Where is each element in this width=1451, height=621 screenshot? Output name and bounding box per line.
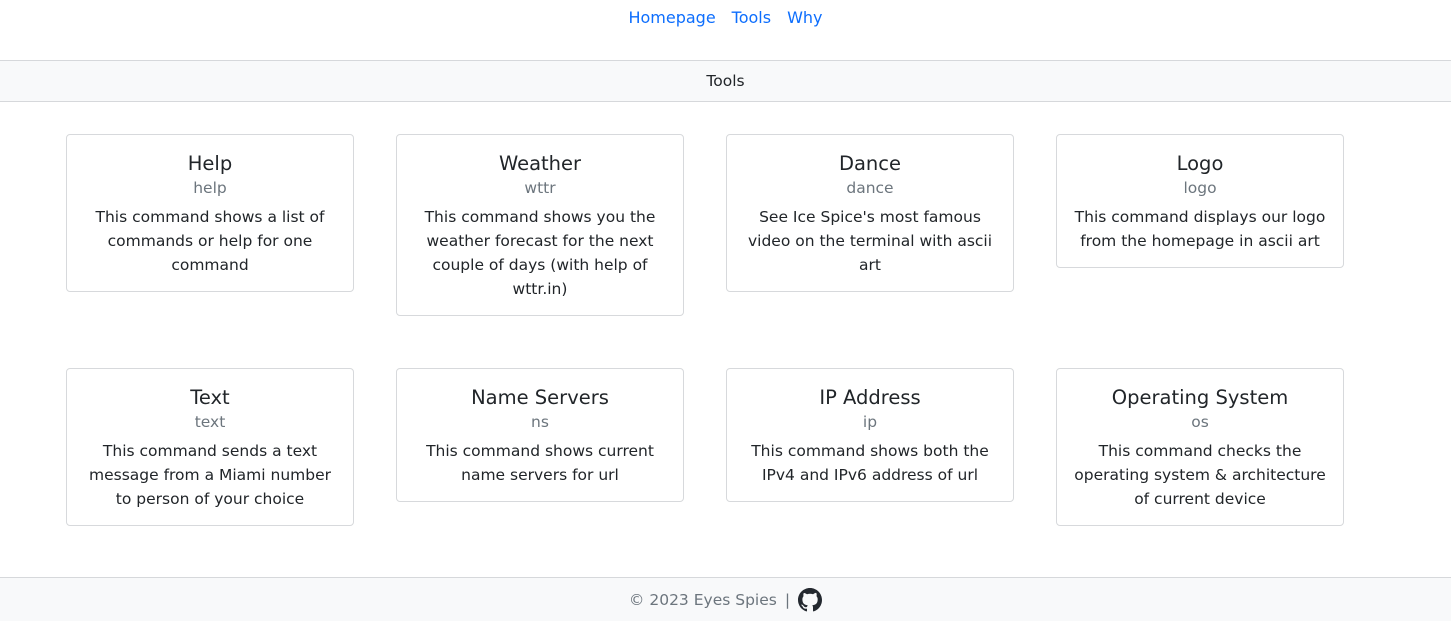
tool-description: This command sends a text message from a… (88, 442, 331, 508)
footer-separator: | (784, 590, 791, 609)
section-title: Tools (706, 72, 745, 90)
tool-title: Dance (838, 152, 902, 175)
top-nav: Homepage Tools Why (0, 0, 1451, 60)
footer: © 2023 Eyes Spies | (0, 577, 1451, 621)
tool-command: wttr (524, 179, 556, 197)
tool-description: This command checks the operating system… (1074, 442, 1326, 508)
tool-command: dance (846, 179, 894, 197)
tool-description: This command shows you the weather forec… (424, 208, 656, 298)
tool-title: Name Servers (471, 386, 609, 409)
tool-card-dance[interactable]: Dance dance See Ice Spice's most famous … (726, 134, 1014, 292)
tool-card-help[interactable]: Help help This command shows a list of c… (66, 134, 354, 292)
tool-card-operating-system[interactable]: Operating System os This command checks … (1056, 368, 1344, 526)
tool-command: ip (862, 413, 878, 431)
section-header: Tools (0, 60, 1451, 102)
tool-title: IP Address (819, 386, 921, 409)
tool-command: help (193, 179, 227, 197)
tool-description: This command displays our logo from the … (1074, 208, 1326, 250)
tool-title: Text (190, 386, 230, 409)
tool-description: This command shows both the IPv4 and IPv… (751, 442, 989, 484)
nav-link-tools[interactable]: Tools (724, 8, 779, 28)
nav-link-homepage[interactable]: Homepage (620, 8, 723, 28)
tool-description: See Ice Spice's most famous video on the… (747, 208, 993, 274)
tool-title: Help (187, 152, 233, 175)
tool-card-name-servers[interactable]: Name Servers ns This command shows curre… (396, 368, 684, 502)
tool-card-ip-address[interactable]: IP Address ip This command shows both th… (726, 368, 1014, 502)
copyright-text: © 2023 Eyes Spies (628, 590, 777, 609)
tool-title: Weather (498, 152, 582, 175)
github-icon[interactable] (798, 587, 823, 612)
tool-command: ns (531, 413, 549, 431)
tool-description: This command shows a list of commands or… (95, 208, 325, 274)
nav-link-why[interactable]: Why (779, 8, 830, 28)
tool-description: This command shows current name servers … (426, 442, 654, 484)
tool-card-logo[interactable]: Logo logo This command displays our logo… (1056, 134, 1344, 268)
tool-command: os (1191, 413, 1209, 431)
tool-command: text (194, 413, 226, 431)
tool-card-text[interactable]: Text text This command sends a text mess… (66, 368, 354, 526)
tool-command: logo (1183, 179, 1217, 197)
tool-title: Logo (1176, 152, 1224, 175)
tool-title: Operating System (1111, 386, 1289, 409)
tool-card-weather[interactable]: Weather wttr This command shows you the … (396, 134, 684, 316)
